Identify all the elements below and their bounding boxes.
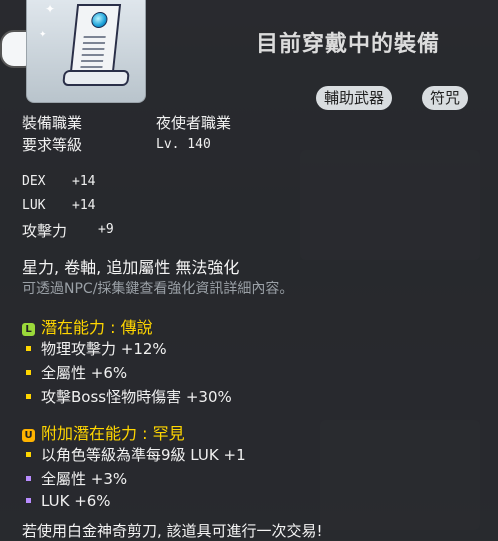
potential-line: 全屬性 +6% — [22, 362, 127, 383]
enhancement-hint: 可透過NPC/採集鍵查看強化資訊詳細內容。 — [22, 281, 294, 297]
additional-potential-line: LUK +6% — [22, 492, 111, 510]
sparkle-icon: ✦ — [39, 30, 47, 40]
potential-header-text: 潛在能力 : 傳說 — [41, 318, 153, 337]
additional-potential-line-text: LUK +6% — [41, 492, 111, 510]
additional-potential-header-text: 附加潛在能力 : 罕見 — [41, 424, 185, 443]
additional-potential-line: 以角色等級為準每9級 LUK +1 — [22, 444, 246, 465]
bullet-icon — [26, 369, 31, 375]
additional-potential-header: U 附加潛在能力 : 罕見 — [22, 420, 185, 444]
potential-line-text: 全屬性 +6% — [41, 364, 128, 382]
tag-secondary-weapon: 輔助武器 — [316, 86, 393, 110]
level-value: Lv. 140 — [156, 137, 211, 152]
scroll-roll-icon — [62, 70, 130, 86]
potential-line: 攻擊Boss怪物時傷害 +30% — [22, 386, 232, 407]
potential-line-text: 物理攻擊力 +12% — [41, 340, 167, 358]
job-label: 裝備職業 — [22, 114, 83, 132]
trade-hint-footer: 若使用白金神奇剪刀, 該道具可進行一次交易! — [22, 522, 323, 540]
stat-name-dex: DEX — [22, 174, 46, 189]
additional-potential-line-text: 以角色等級為準每9級 LUK +1 — [41, 446, 246, 464]
item-tooltip: ✦ ✦ ✦ 目前穿戴中的裝備 輔助武器 符咒 裝備職業 夜使者職業 要求等級 L… — [0, 0, 498, 540]
tooltip-title: 目前穿戴中的裝備 — [256, 32, 441, 57]
bullet-icon — [26, 451, 31, 457]
bullet-icon — [26, 475, 31, 481]
potential-header: L 潛在能力 : 傳說 — [22, 314, 153, 338]
rare-grade-icon: U — [22, 429, 35, 442]
item-icon-frame: ✦ ✦ ✦ — [26, 0, 146, 103]
bullet-icon — [26, 345, 31, 351]
potential-line-text: 攻擊Boss怪物時傷害 +30% — [41, 388, 232, 406]
legendary-grade-icon: L — [22, 323, 35, 336]
stat-name-luk: LUK — [22, 198, 46, 213]
scroll-text-lines — [80, 36, 106, 70]
enhancement-restrictions: 星力, 卷軸, 追加屬性 無法強化 — [22, 258, 240, 277]
stat-value-attack: +9 — [98, 222, 114, 237]
potential-line: 物理攻擊力 +12% — [22, 338, 167, 359]
gem-icon — [90, 12, 109, 28]
bullet-icon — [26, 497, 31, 503]
additional-potential-line-text: 全屬性 +3% — [41, 470, 128, 488]
job-value: 夜使者職業 — [156, 114, 232, 132]
additional-potential-line: 全屬性 +3% — [22, 468, 127, 489]
bullet-icon — [26, 393, 31, 399]
stat-name-attack: 攻擊力 — [22, 222, 68, 240]
sparkle-icon: ✦ — [45, 2, 56, 16]
stat-value-dex: +14 — [72, 174, 96, 189]
level-label: 要求等級 — [22, 136, 83, 154]
tag-charm: 符咒 — [422, 86, 469, 110]
stat-value-luk: +14 — [72, 198, 96, 213]
